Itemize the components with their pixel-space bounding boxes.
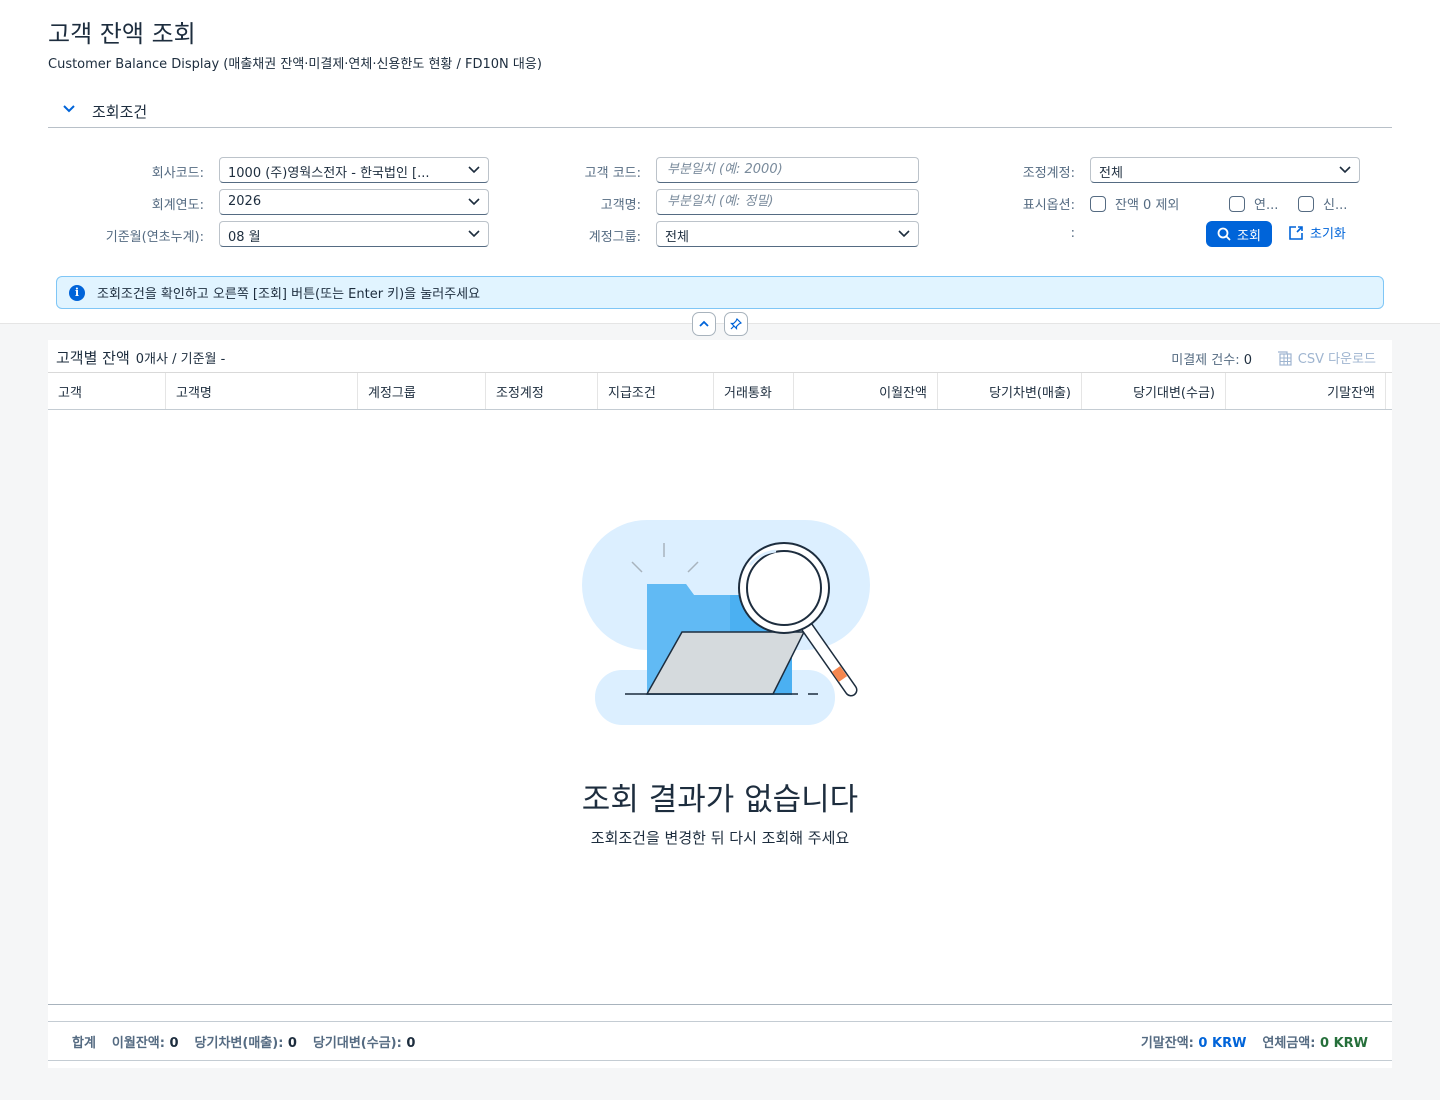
carryforward-total: 이월잔액: 0 — [112, 1032, 179, 1051]
empty-state — [48, 510, 1392, 730]
column-header-account-group[interactable]: 계정그룹 — [358, 373, 486, 409]
period-label: 기준월(연초누계): — [105, 230, 204, 245]
chevron-down-icon — [63, 105, 75, 113]
debit-total-value: 0 — [287, 1035, 297, 1051]
recon-account-label: 조정계정: — [1022, 166, 1075, 181]
carryforward-total-value: 0 — [169, 1035, 179, 1051]
column-header-ending-balance[interactable]: 기말잔액 — [1226, 373, 1386, 409]
credit-total-value: 0 — [406, 1035, 416, 1051]
chevron-down-icon — [468, 230, 480, 238]
credit-total-label: 당기대변(수금): — [312, 1035, 402, 1051]
option-credit-checkbox[interactable]: 신... — [1298, 194, 1347, 213]
company-code-select[interactable]: 1000 (주)영웍스전자 - 한국법인 [... — [219, 157, 489, 183]
option-overdue-label: 연... — [1254, 198, 1279, 213]
customer-name-field[interactable] — [656, 189, 919, 215]
overdue-total-label: 연체금액: — [1262, 1035, 1316, 1051]
ending-total-value: 0 KRW — [1198, 1035, 1247, 1051]
search-button[interactable]: 조회 — [1206, 221, 1272, 247]
company-code-value: 1000 (주)영웍스전자 - 한국법인 [... — [228, 166, 430, 181]
column-header-customer-name[interactable]: 고객명 — [166, 373, 358, 409]
checkbox-box[interactable] — [1090, 195, 1106, 212]
column-header-currency[interactable]: 거래통화 — [714, 373, 794, 409]
csv-download-label: CSV 다운로드 — [1297, 352, 1376, 367]
customer-code-input[interactable] — [667, 162, 908, 177]
column-header-carryforward[interactable]: 이월잔액 — [794, 373, 938, 409]
page-subtitle: Customer Balance Display (매출채권 잔액·미결제·연체… — [48, 57, 542, 72]
option-credit-label: 신... — [1323, 198, 1348, 213]
pin-header-button[interactable] — [724, 312, 748, 336]
csv-download-button[interactable]: CSV 다운로드 — [1277, 348, 1376, 367]
search-icon — [1217, 227, 1231, 241]
credit-total: 당기대변(수금): 0 — [313, 1032, 415, 1051]
recon-account-value: 전체 — [1099, 166, 1123, 181]
table-summary: 0개사 / 기준월 - — [135, 352, 226, 367]
reset-button[interactable]: 초기화 — [1288, 223, 1346, 242]
info-message-text: 조회조건을 확인하고 오른쪽 [조회] 버튼(또는 Enter 키)을 눌러주세… — [97, 287, 481, 302]
period-select[interactable]: 08 월 — [219, 221, 489, 247]
empty-state-title: 조회 결과가 없습니다 — [581, 782, 859, 818]
ending-total: 기말잔액: 0 KRW — [1141, 1032, 1247, 1051]
chevron-down-icon — [898, 230, 910, 238]
fiscal-year-select[interactable]: 2026 — [219, 189, 489, 215]
option-exclude-zero-checkbox[interactable]: 잔액 0 제외 — [1090, 194, 1179, 213]
customer-code-field[interactable] — [656, 157, 919, 183]
total-label: 합계 — [72, 1035, 96, 1051]
table-title: 고객별 잔액 0개사 / 기준월 - — [56, 347, 225, 368]
open-count-label: 미결제 건수: — [1171, 353, 1240, 368]
filter-header-area: 고객 잔액 조회 Customer Balance Display (매출채권 … — [0, 0, 1440, 324]
account-group-label: 계정그룹: — [588, 230, 641, 245]
option-exclude-zero-label: 잔액 0 제외 — [1115, 198, 1180, 213]
column-header-period-debit[interactable]: 당기차변(매출) — [938, 373, 1082, 409]
collapse-header-button[interactable] — [692, 312, 716, 336]
carryforward-total-label: 이월잔액: — [111, 1035, 165, 1051]
overdue-total-value: 0 KRW — [1320, 1035, 1368, 1051]
column-header-recon-account[interactable]: 조정계정 — [486, 373, 598, 409]
empty-search-illustration — [582, 520, 870, 725]
chevron-up-icon — [699, 320, 709, 327]
reset-icon — [1289, 225, 1303, 240]
open-count-value: 0 — [1243, 353, 1252, 368]
column-header-period-credit[interactable]: 당기대변(수금) — [1082, 373, 1226, 409]
fiscal-year-value: 2026 — [228, 194, 262, 209]
option-overdue-checkbox[interactable]: 연... — [1229, 194, 1278, 213]
column-header-payment-terms[interactable]: 지급조건 — [598, 373, 714, 409]
pin-icon — [730, 318, 742, 330]
display-options-label: 표시옵션: — [1022, 198, 1075, 213]
customer-balance-table-panel: 고객별 잔액 0개사 / 기준월 - 미결제 건수: 0 CSV 다운로드 고객 … — [48, 340, 1392, 1068]
open-item-count: 미결제 건수: 0 — [1171, 349, 1252, 368]
chevron-down-icon — [468, 198, 480, 206]
recon-account-select[interactable]: 전체 — [1090, 157, 1360, 183]
chevron-down-icon — [1339, 166, 1351, 174]
account-group-value: 전체 — [665, 230, 689, 245]
table-bottom-divider — [48, 1004, 1392, 1005]
period-value: 08 월 — [228, 230, 261, 245]
column-header-customer[interactable]: 고객 — [48, 373, 166, 409]
chevron-down-icon — [468, 166, 480, 174]
debit-total-label: 당기차변(매출): — [194, 1035, 284, 1051]
customer-name-input[interactable] — [667, 194, 908, 209]
customer-code-label: 고객 코드: — [584, 166, 641, 181]
fiscal-year-label: 회계연도: — [151, 198, 204, 213]
checkbox-box[interactable] — [1229, 195, 1245, 212]
table-header-row: 고객 고객명 계정그룹 조정계정 지급조건 거래통화 이월잔액 당기차변(매출)… — [48, 372, 1392, 410]
overdue-total: 연체금액: 0 KRW — [1262, 1032, 1368, 1051]
spreadsheet-icon — [1277, 350, 1292, 366]
search-button-label: 조회 — [1237, 228, 1261, 244]
filter-section-toggle[interactable]: 조회조건 — [48, 98, 1392, 128]
reset-button-label: 초기화 — [1310, 227, 1346, 242]
info-icon: i — [69, 284, 85, 301]
customer-name-label: 고객명: — [600, 198, 641, 213]
page-title: 고객 잔액 조회 — [48, 20, 196, 48]
account-group-select[interactable]: 전체 — [656, 221, 919, 247]
filter-section-title: 조회조건 — [92, 103, 148, 121]
ending-total-label: 기말잔액: — [1140, 1035, 1194, 1051]
empty-state-description: 조회조건을 변경한 뒤 다시 조회해 주세요 — [590, 829, 850, 847]
info-message-strip: i 조회조건을 확인하고 오른쪽 [조회] 버튼(또는 Enter 키)을 눌러… — [56, 276, 1384, 309]
debit-total: 당기차변(매출): 0 — [195, 1032, 297, 1051]
action-row-label: : — [1070, 226, 1075, 241]
table-title-text: 고객별 잔액 — [56, 349, 130, 367]
checkbox-box[interactable] — [1298, 195, 1314, 212]
totals-footer: 합계 이월잔액: 0 당기차변(매출): 0 당기대변(수금): 0 기말잔액:… — [48, 1021, 1392, 1061]
company-code-label: 회사코드: — [151, 166, 204, 181]
